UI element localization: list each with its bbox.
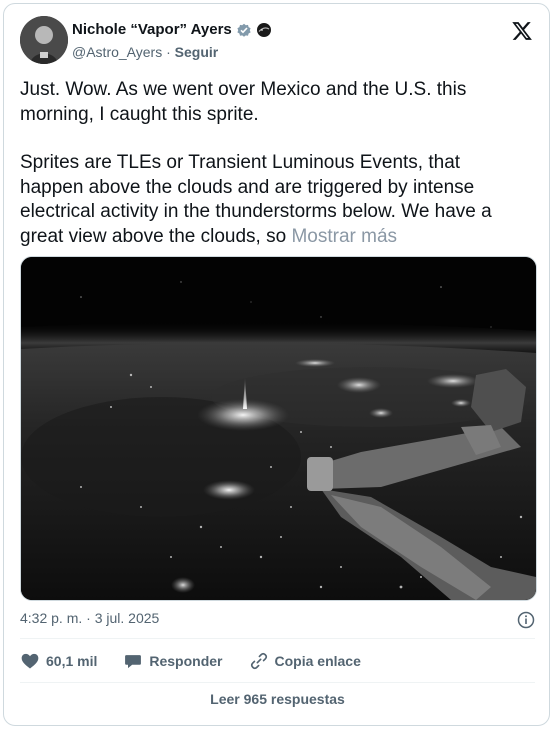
info-icon[interactable] [517,611,535,629]
handle-row: @Astro_Ayers · Seguir [72,44,218,60]
verified-gray-badge-icon [236,22,252,38]
tweet-header: Nichole “Vapor” Ayers @Astro_Ayers · Seg… [20,16,533,64]
tweet-paragraph-2-text: Sprites are TLEs or Transient Luminous E… [20,152,492,247]
author-name-row: Nichole “Vapor” Ayers [72,21,272,38]
reply-button[interactable]: Responder [123,651,223,671]
tweet-meta: 4:32 p. m. · 3 jul. 2025 [20,610,535,632]
tweet-text: Just. Wow. As we went over Mexico and th… [20,78,525,249]
x-logo-icon[interactable] [511,20,533,42]
like-button[interactable]: 60,1 mil [20,651,97,671]
author-handle[interactable]: @Astro_Ayers [72,44,162,60]
heart-icon [21,653,39,669]
copy-link-button[interactable]: Copia enlace [249,651,361,671]
reply-label: Responder [149,653,223,669]
tweet-paragraph-1: Just. Wow. As we went over Mexico and th… [20,79,467,125]
nasa-affiliation-icon[interactable] [256,22,272,38]
author-name[interactable]: Nichole “Vapor” Ayers [72,21,232,38]
link-icon [250,652,267,670]
handle-separator: · [166,44,171,60]
tweet-photo[interactable] [20,256,537,601]
tweet-card: Nichole “Vapor” Ayers @Astro_Ayers · Seg… [3,3,550,726]
follow-button[interactable]: Seguir [175,44,219,60]
speech-bubble-icon [125,655,142,669]
show-more-link[interactable]: Mostrar más [291,226,397,247]
timestamp[interactable]: 4:32 p. m. · 3 jul. 2025 [20,610,159,626]
copy-link-label: Copia enlace [274,653,361,669]
read-replies-button[interactable]: Leer 965 respuestas [20,682,535,715]
tweet-paragraph-2: Sprites are TLEs or Transient Luminous E… [20,151,525,249]
avatar[interactable] [20,16,68,64]
action-bar: 60,1 mil Responder Copia enlace [20,638,535,683]
read-replies-label: Leer 965 respuestas [210,691,345,707]
like-count: 60,1 mil [46,653,98,669]
